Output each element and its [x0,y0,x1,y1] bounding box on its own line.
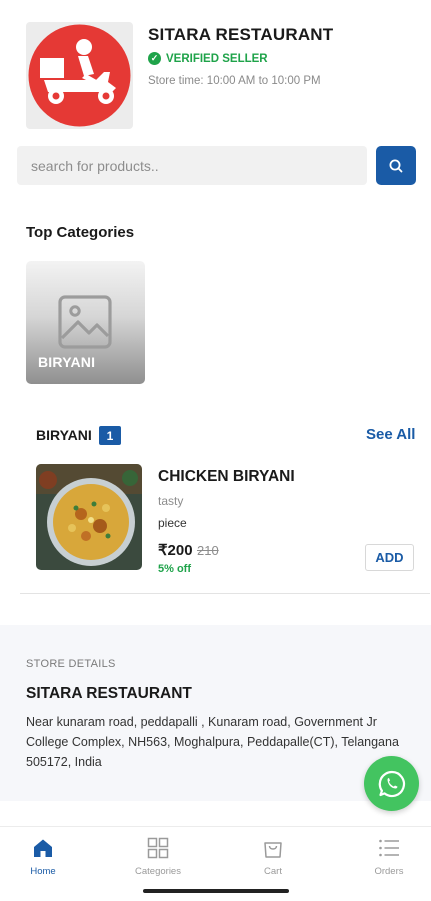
product-mrp: 210 [197,543,219,558]
nav-cart[interactable]: Cart [233,837,313,877]
store-name: SITARA RESTAURANT [148,25,334,44]
nav-orders-label: Orders [374,866,404,877]
nav-categories[interactable]: Categories [118,837,198,877]
nav-home-label: Home [30,866,56,877]
product-discount: 5% off [158,563,191,575]
product-count-badge: 1 [99,426,121,445]
store-logo [26,22,133,129]
nav-home[interactable]: Home [3,837,83,877]
list-icon [379,839,399,857]
verified-badge: ✓ VERIFIED SELLER [148,52,268,65]
home-indicator[interactable] [143,889,289,893]
search-button[interactable] [376,146,416,185]
category-label: BIRYANI [38,354,96,370]
verified-label: VERIFIED SELLER [166,52,268,65]
nav-categories-label: Categories [135,866,181,877]
check-circle-icon: ✓ [148,52,161,65]
product-price: ₹200 [158,542,193,559]
section-divider [20,593,430,594]
search-icon [389,159,403,172]
nav-orders[interactable]: Orders [349,837,429,877]
delivery-scooter-icon [28,24,131,127]
product-name: CHICKEN BIRYANI [158,468,295,485]
home-icon [34,839,52,857]
see-all-link[interactable]: See All [366,426,415,443]
store-details-label: STORE DETAILS [26,658,116,670]
product-section-title: BIRYANI [36,427,92,443]
whatsapp-button[interactable] [364,756,419,811]
store-address: Near kunaram road, peddapalli , Kunaram … [26,715,399,769]
product-description: tasty [158,494,184,508]
nav-cart-label: Cart [264,866,282,877]
search-input[interactable] [17,146,367,185]
biryani-plate-image [36,464,142,570]
add-to-cart-button[interactable]: ADD [365,544,414,571]
whatsapp-icon [378,770,405,797]
store-details-name: SITARA RESTAURANT [26,685,192,702]
image-placeholder-icon [58,295,112,349]
category-card-biryani[interactable]: BIRYANI [26,261,145,384]
cart-icon [264,842,282,858]
product-unit: piece [158,516,187,530]
top-categories-title: Top Categories [26,224,135,241]
store-time: Store time: 10:00 AM to 10:00 PM [148,75,321,87]
product-image[interactable] [36,464,142,570]
grid-icon [147,837,169,859]
